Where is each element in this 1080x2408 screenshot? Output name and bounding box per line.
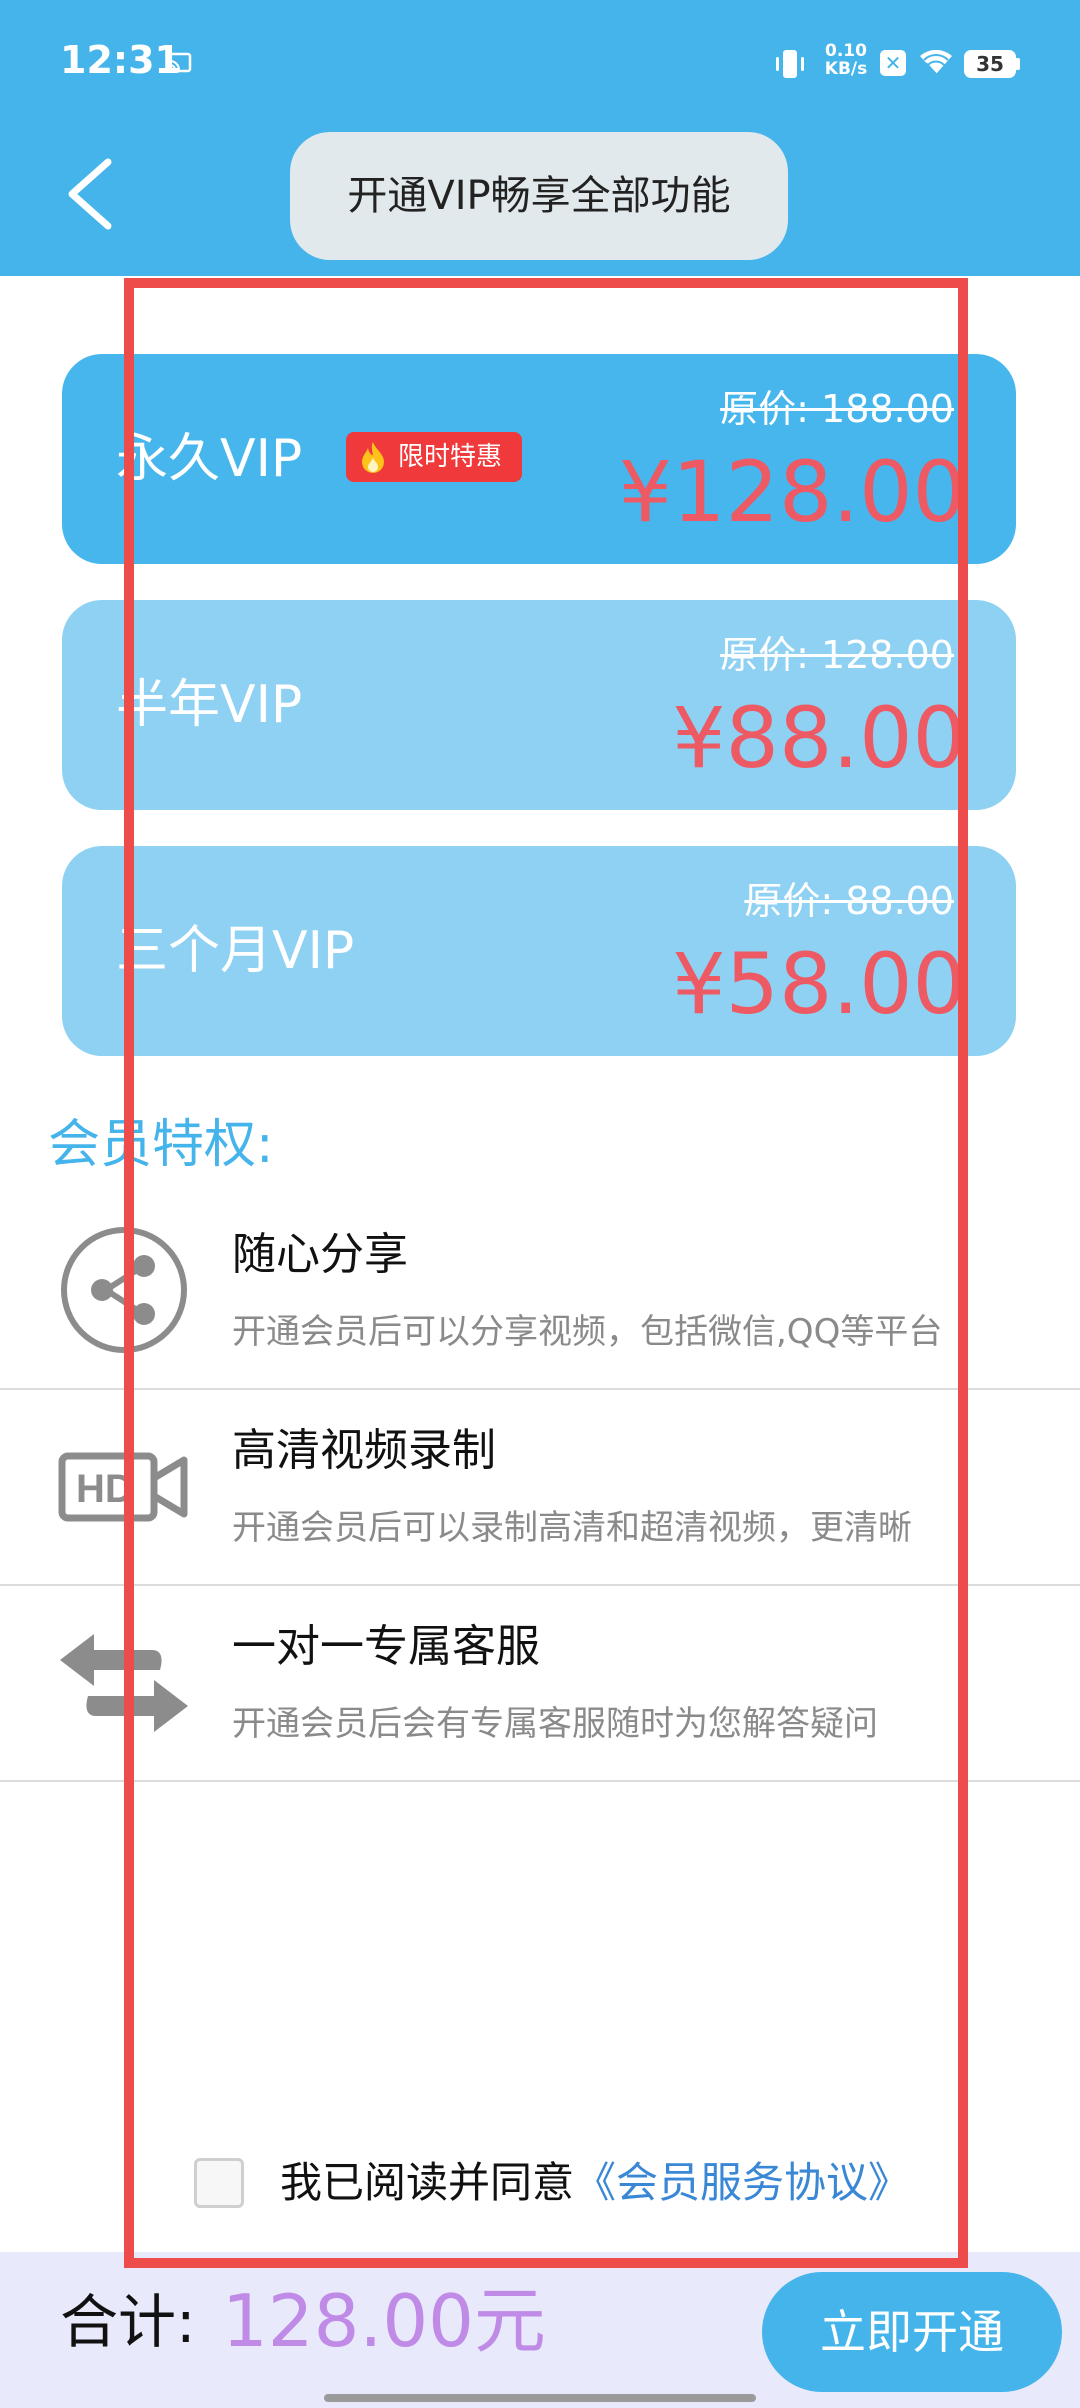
privilege-desc: 开通会员后可以分享视频，包括微信,QQ等平台 [232,1312,943,1352]
svg-text:HD: HD [76,1467,134,1511]
plan-card-lifetime[interactable]: 永久VIP 限时特惠 原价: 188.00 ¥128.00 [62,354,1016,564]
wifi-icon [920,49,952,75]
open-vip-button[interactable]: 立即开通 [762,2272,1062,2392]
total-label: 合计: [60,2288,196,2356]
status-time: 12:31 [60,38,181,82]
cast-icon [166,52,192,73]
flame-icon [362,442,384,473]
privilege-title: 随心分享 [232,1229,408,1280]
privilege-item: 一对一专属客服 开通会员后会有专属客服随时为您解答疑问 [0,1586,1080,1782]
vibrate-icon [776,50,804,78]
privilege-desc: 开通会员后会有专属客服随时为您解答疑问 [232,1704,878,1744]
limited-offer-badge: 限时特惠 [346,432,522,482]
plan-card-three-months[interactable]: 三个月VIP 原价: 88.00 ¥58.00 [62,846,1016,1056]
agreement-label: 我已阅读并同意 [280,2158,575,2207]
plan-card-half-year[interactable]: 半年VIP 原价: 128.00 ¥88.00 [62,600,1016,810]
hd-video-icon: HD [58,1452,188,1522]
plan-name: 三个月VIP [116,921,355,981]
net-speed-unit: KB/s [824,59,868,79]
battery-icon: 35 [964,50,1016,78]
net-speed-value: 0.10 [825,41,867,61]
plan-name: 半年VIP [116,675,303,735]
privilege-title: 一对一专属客服 [232,1621,540,1672]
battery-tip [1016,58,1020,70]
share-icon [61,1227,187,1353]
net-speed: 0.10 KB/s [822,42,870,78]
bottom-bar: 合计: 128.00元 立即开通 [0,2252,1080,2408]
original-price: 原价: 128.00 [720,633,954,677]
swap-arrows-icon [60,1634,188,1732]
plan-price: ¥128.00 [618,443,966,541]
total-value: 128.00元 [222,2279,546,2363]
toast-message: 开通VIP畅享全部功能 [290,132,788,260]
plan-price: ¥88.00 [672,689,966,787]
plan-name: 永久VIP [116,429,303,489]
agreement-text: 我已阅读并同意《会员服务协议》 [280,2158,910,2208]
privilege-item: 随心分享 开通会员后可以分享视频，包括微信,QQ等平台 [0,1194,1080,1390]
home-indicator [324,2394,756,2402]
privilege-title: 高清视频录制 [232,1425,496,1476]
agreement-checkbox[interactable] [194,2158,244,2208]
x-icon: ✕ [880,50,906,76]
original-price: 原价: 88.00 [744,879,954,923]
plan-price: ¥58.00 [672,935,966,1033]
privilege-desc: 开通会员后可以录制高清和超清视频，更清晰 [232,1508,912,1548]
app-header: 12:31 0.10 KB/s ✕ 35 会员中心 开通VIP畅享全部功能 [0,0,1080,276]
privilege-item: HD 高清视频录制 开通会员后可以录制高清和超清视频，更清晰 [0,1390,1080,1586]
original-price: 原价: 188.00 [720,387,954,431]
privileges-heading: 会员特权: [48,1115,274,1175]
service-agreement-link[interactable]: 《会员服务协议》 [574,2158,910,2207]
badge-label: 限时特惠 [398,442,503,472]
